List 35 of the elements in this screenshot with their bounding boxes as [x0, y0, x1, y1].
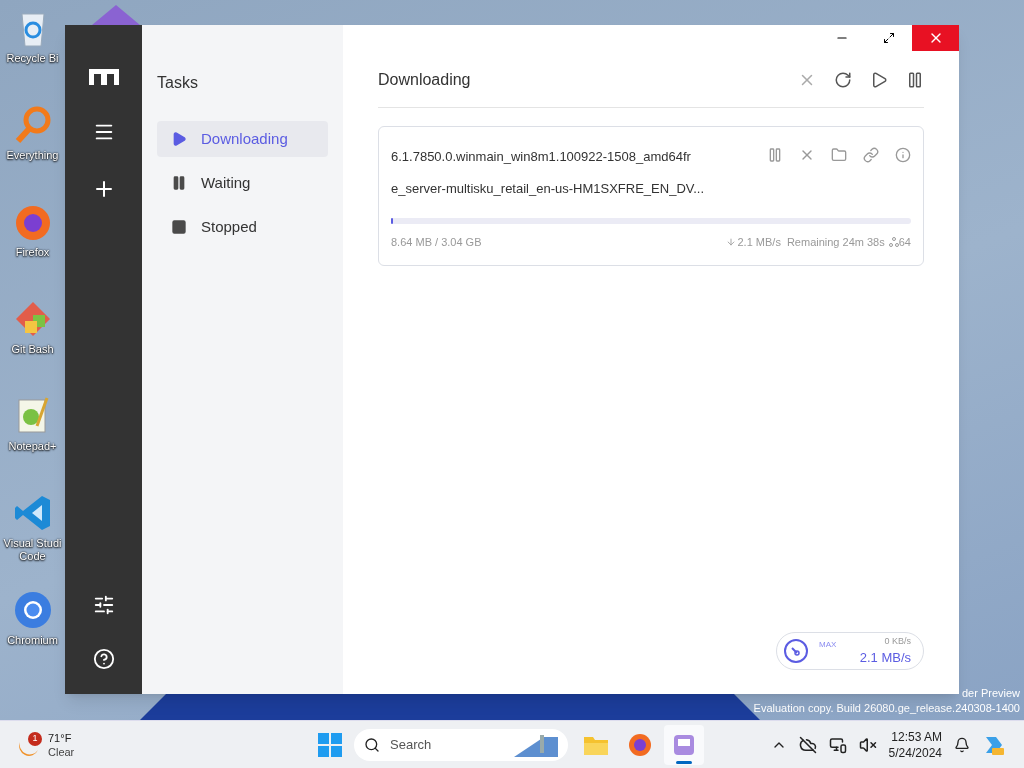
size-text: 8.64 MB / 3.04 GB [391, 235, 483, 250]
clock-time: 12:53 AM [891, 728, 942, 745]
task-list-item[interactable]: Downloading [157, 121, 328, 157]
page-title: Downloading [378, 69, 472, 90]
speed-text: 2.1 MB/s [737, 235, 781, 250]
file-name: e_server-multisku_retail_en-us-HM1SXFRE_EN_DV... [391, 179, 706, 198]
max-label: MAX [819, 639, 837, 651]
watermark-text: der Preview [961, 686, 1020, 701]
task-card[interactable]: 6.1.7850.0.winmain_win8m1.100922-1508_amd64fr e_server-multisku_retail_en-us-HM1SXFRE_EN_DV... 8.64 MB / 3.04 GB 2.1 MB/s Remaining 24m 38s 64 [378, 126, 924, 266]
desktop-shortcut[interactable]: Everything [0, 105, 65, 185]
task-list-item[interactable]: Stopped [157, 209, 328, 245]
watermark-text: Evaluation copy. Build 26080.ge_release.240308-1400 [753, 701, 1020, 716]
desktop-shortcut[interactable]: Recycle Bi [0, 8, 65, 88]
shortcut-label: Recycle Bi [6, 52, 59, 65]
shortcut-label: Git Bash [11, 343, 54, 356]
download-speed: 2.1 MB/s [859, 649, 911, 667]
file-name: 6.1.7850.0.winmain_win8m1.100922-1508_amd64fr [391, 148, 692, 166]
desktop-shortcut[interactable]: Firefox [0, 202, 65, 282]
weather-widget[interactable]: 1 71°F Clear [18, 730, 318, 759]
upload-speed: 0 KB/s [884, 634, 911, 648]
panel-title: Tasks [157, 73, 199, 93]
shortcut-label: Visual Studi Code [2, 537, 63, 563]
shortcut-label: Chromium [7, 634, 58, 647]
connections-count: 64 [898, 235, 911, 250]
clock-date: 5/24/2024 [888, 744, 942, 761]
weather-condition: Clear [48, 744, 75, 759]
shortcut-label: Notepad+ [8, 440, 57, 453]
notification-badge: 1 [28, 731, 42, 746]
search-placeholder: Search [390, 735, 433, 754]
task-list-item[interactable]: Waiting [157, 165, 328, 201]
search-field[interactable]: Search [354, 728, 568, 761]
shortcut-label: Firefox [15, 246, 50, 259]
shortcut-label: Everything [6, 149, 59, 162]
temperature: 71°F [48, 730, 73, 745]
remaining-text: Remaining 24m 38s [786, 235, 885, 250]
